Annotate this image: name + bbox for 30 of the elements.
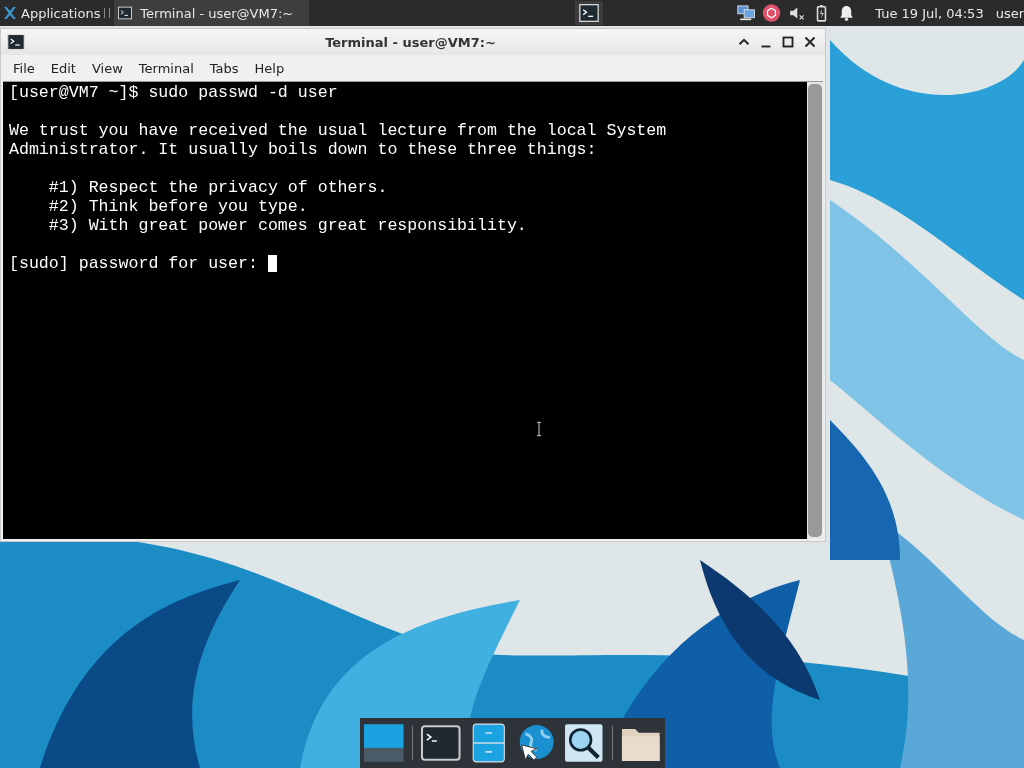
terminal-text: #3) With great power comes great responsibility. xyxy=(47,216,527,235)
show-desktop-icon[interactable] xyxy=(364,723,404,763)
window-title: Terminal - user@VM7:~ xyxy=(324,34,497,50)
menu-item[interactable]: Tabs xyxy=(201,60,247,76)
menu-item[interactable]: Terminal xyxy=(130,60,202,76)
terminal-text: #2) Think before you type. xyxy=(47,197,308,216)
menu-item[interactable]: View xyxy=(83,60,131,76)
network-icon[interactable] xyxy=(737,3,757,23)
terminal-text: Administrator. It usually boils down to these three things: xyxy=(9,140,597,159)
xfce-icon xyxy=(2,5,18,21)
terminal-text: #1) Respect the privacy of others. xyxy=(47,178,388,197)
applications-menu[interactable]: Applications xyxy=(0,0,103,26)
taskbar-button[interactable]: Terminal - user@VM7:~ xyxy=(114,0,310,26)
menu-item[interactable]: Help xyxy=(246,60,293,76)
text-cursor xyxy=(267,255,277,272)
terminal-text: [user@VM7 ~]$ sudo passwd -d user xyxy=(9,83,338,102)
terminal-text: [sudo] password for user: xyxy=(9,254,258,273)
i-beam-pointer-icon xyxy=(535,420,543,438)
workspace-switcher[interactable] xyxy=(574,1,604,25)
user-menu[interactable]: user xyxy=(995,5,1024,21)
package-icon[interactable] xyxy=(762,3,782,23)
terminal-text: We trust you have received the usual lecture from the local System xyxy=(9,121,667,140)
clock[interactable]: Tue 19 Jul, 04:53 xyxy=(875,5,984,21)
terminal-icon xyxy=(6,33,26,51)
terminal-icon xyxy=(118,5,133,21)
panel-grip xyxy=(104,8,111,18)
terminal-icon[interactable] xyxy=(421,723,461,763)
menu-item[interactable]: File xyxy=(5,60,43,76)
magnifier-icon[interactable] xyxy=(564,723,604,763)
menu-item[interactable]: Edit xyxy=(42,60,84,76)
